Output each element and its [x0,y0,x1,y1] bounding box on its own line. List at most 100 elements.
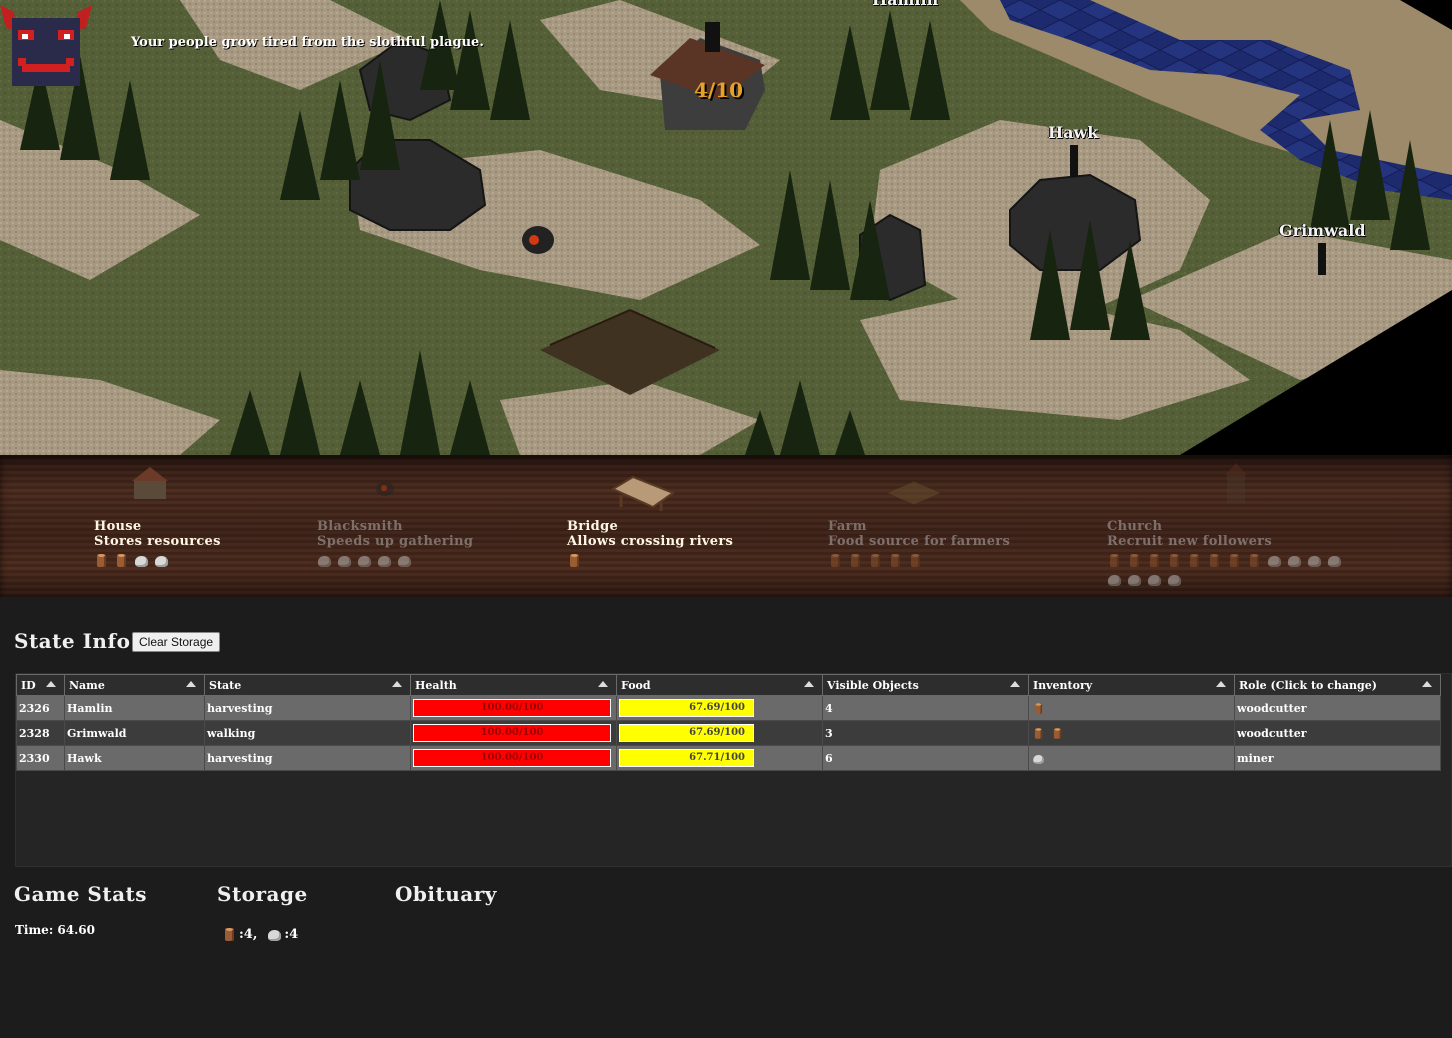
build-title-farm: Farm [828,519,867,534]
stone-icon [1033,752,1045,764]
wood-icon [1107,553,1122,568]
clear-storage-button[interactable]: Clear Storage [132,632,221,652]
cell-state: harvesting [204,745,411,771]
cell-role[interactable]: woodcutter [1234,720,1441,746]
table-row[interactable]: 2328 Grimwald walking 100.00/100 67.69/1… [16,720,1441,746]
column-header-id[interactable]: ID [16,674,65,696]
build-title-blacksmith: Blacksmith [317,519,403,534]
build-cost-bridge [567,553,827,568]
stone-icon [267,927,282,942]
food-bar: 67.69/100 [619,724,754,742]
unit-label-grimwald[interactable]: Grimwald [1279,221,1366,240]
wood-icon [888,553,903,568]
column-header-health[interactable]: Health [410,674,617,696]
sort-asc-icon [1216,681,1226,687]
stone-icon [134,553,149,568]
stone-icon [317,553,332,568]
build-option-house[interactable]: House Stores resources [94,455,294,597]
build-option-blacksmith[interactable]: Blacksmith Speeds up gathering [317,455,537,597]
cell-inventory [1028,720,1235,746]
cell-food: 67.69/100 [616,720,823,746]
column-header-state[interactable]: State [204,674,411,696]
cell-name: Grimwald [64,720,205,746]
stone-icon [1127,572,1142,587]
column-label: Name [69,678,105,692]
cell-name: Hamlin [64,695,205,721]
health-bar: 100.00/100 [413,699,611,717]
column-label: Inventory [1033,678,1093,692]
column-header-visible-objects[interactable]: Visible Objects [822,674,1029,696]
wood-icon [868,553,883,568]
column-header-food[interactable]: Food [616,674,823,696]
table-row[interactable]: 2330 Hawk harvesting 100.00/100 67.71/10… [16,745,1441,771]
game-map[interactable]: Your people grow tired from the slothful… [0,0,1452,455]
sort-asc-icon [804,681,814,687]
cell-health: 100.00/100 [410,745,617,771]
cell-food: 67.71/100 [616,745,823,771]
cell-id: 2328 [16,720,65,746]
cell-role[interactable]: miner [1234,745,1441,771]
sort-asc-icon [1422,681,1432,687]
sort-asc-icon [1010,681,1020,687]
unit-label-hamlin[interactable]: Hamlin [872,0,938,9]
state-info-title: State Info [14,629,131,653]
game-stats-title: Game Stats [14,882,148,906]
obituary-title: Obituary [395,882,497,906]
bridge-icon [611,475,675,511]
sort-asc-icon [598,681,608,687]
column-header-role[interactable]: Role (Click to change) [1234,674,1441,696]
food-bar: 67.69/100 [619,699,754,717]
wood-icon [828,553,843,568]
build-option-bridge[interactable]: Bridge Allows crossing rivers [567,455,787,597]
unit-label-hawk[interactable]: Hawk [1048,123,1098,142]
build-title-church: Church [1107,519,1163,534]
column-header-inventory[interactable]: Inventory [1028,674,1235,696]
cell-id: 2326 [16,695,65,721]
stone-icon [377,553,392,568]
build-desc-bridge: Allows crossing rivers [567,534,734,549]
column-label: Health [415,678,457,692]
blacksmith-icon [376,482,394,496]
wood-icon [1187,553,1202,568]
storage-stone-count: :4 [284,927,299,942]
cell-id: 2330 [16,745,65,771]
stone-icon [337,553,352,568]
build-option-farm[interactable]: Farm Food source for farmers [828,455,1048,597]
build-desc-church: Recruit new followers [1107,534,1272,549]
cell-state: walking [204,720,411,746]
cell-name: Hawk [64,745,205,771]
cell-role[interactable]: woodcutter [1234,695,1441,721]
food-bar: 67.71/100 [619,749,754,767]
cell-food: 67.69/100 [616,695,823,721]
build-title-bridge: Bridge [567,519,619,534]
stone-icon [1287,553,1302,568]
stone-icon [1107,572,1122,587]
cell-health: 100.00/100 [410,720,617,746]
wood-icon [848,553,863,568]
wood-icon [1207,553,1222,568]
house-icon [132,467,168,499]
build-cost-farm [828,553,1088,568]
table-row[interactable]: 2326 Hamlin harvesting 100.00/100 67.69/… [16,695,1441,721]
wood-icon [222,927,237,942]
map-terrain [0,0,1452,455]
column-label: ID [21,678,36,692]
cell-inventory [1028,745,1235,771]
column-label: State [209,678,242,692]
column-header-name[interactable]: Name [64,674,205,696]
stone-icon [357,553,372,568]
build-option-church[interactable]: Church Recruit new followers [1107,455,1367,597]
stone-icon [397,553,412,568]
state-table-grid: ID Name State Health Food Visible Object… [16,674,1441,771]
stone-icon [1267,553,1282,568]
cell-health: 100.00/100 [410,695,617,721]
health-bar: 100.00/100 [413,724,611,742]
wood-icon [1127,553,1142,568]
cell-visible-objects: 6 [822,745,1029,771]
farm-icon [884,480,944,506]
cell-visible-objects: 4 [822,695,1029,721]
state-table: ID Name State Health Food Visible Object… [15,673,1452,867]
build-cost-blacksmith [317,553,577,568]
sort-asc-icon [46,681,56,687]
house-capacity-counter: 4/10 [694,78,744,102]
